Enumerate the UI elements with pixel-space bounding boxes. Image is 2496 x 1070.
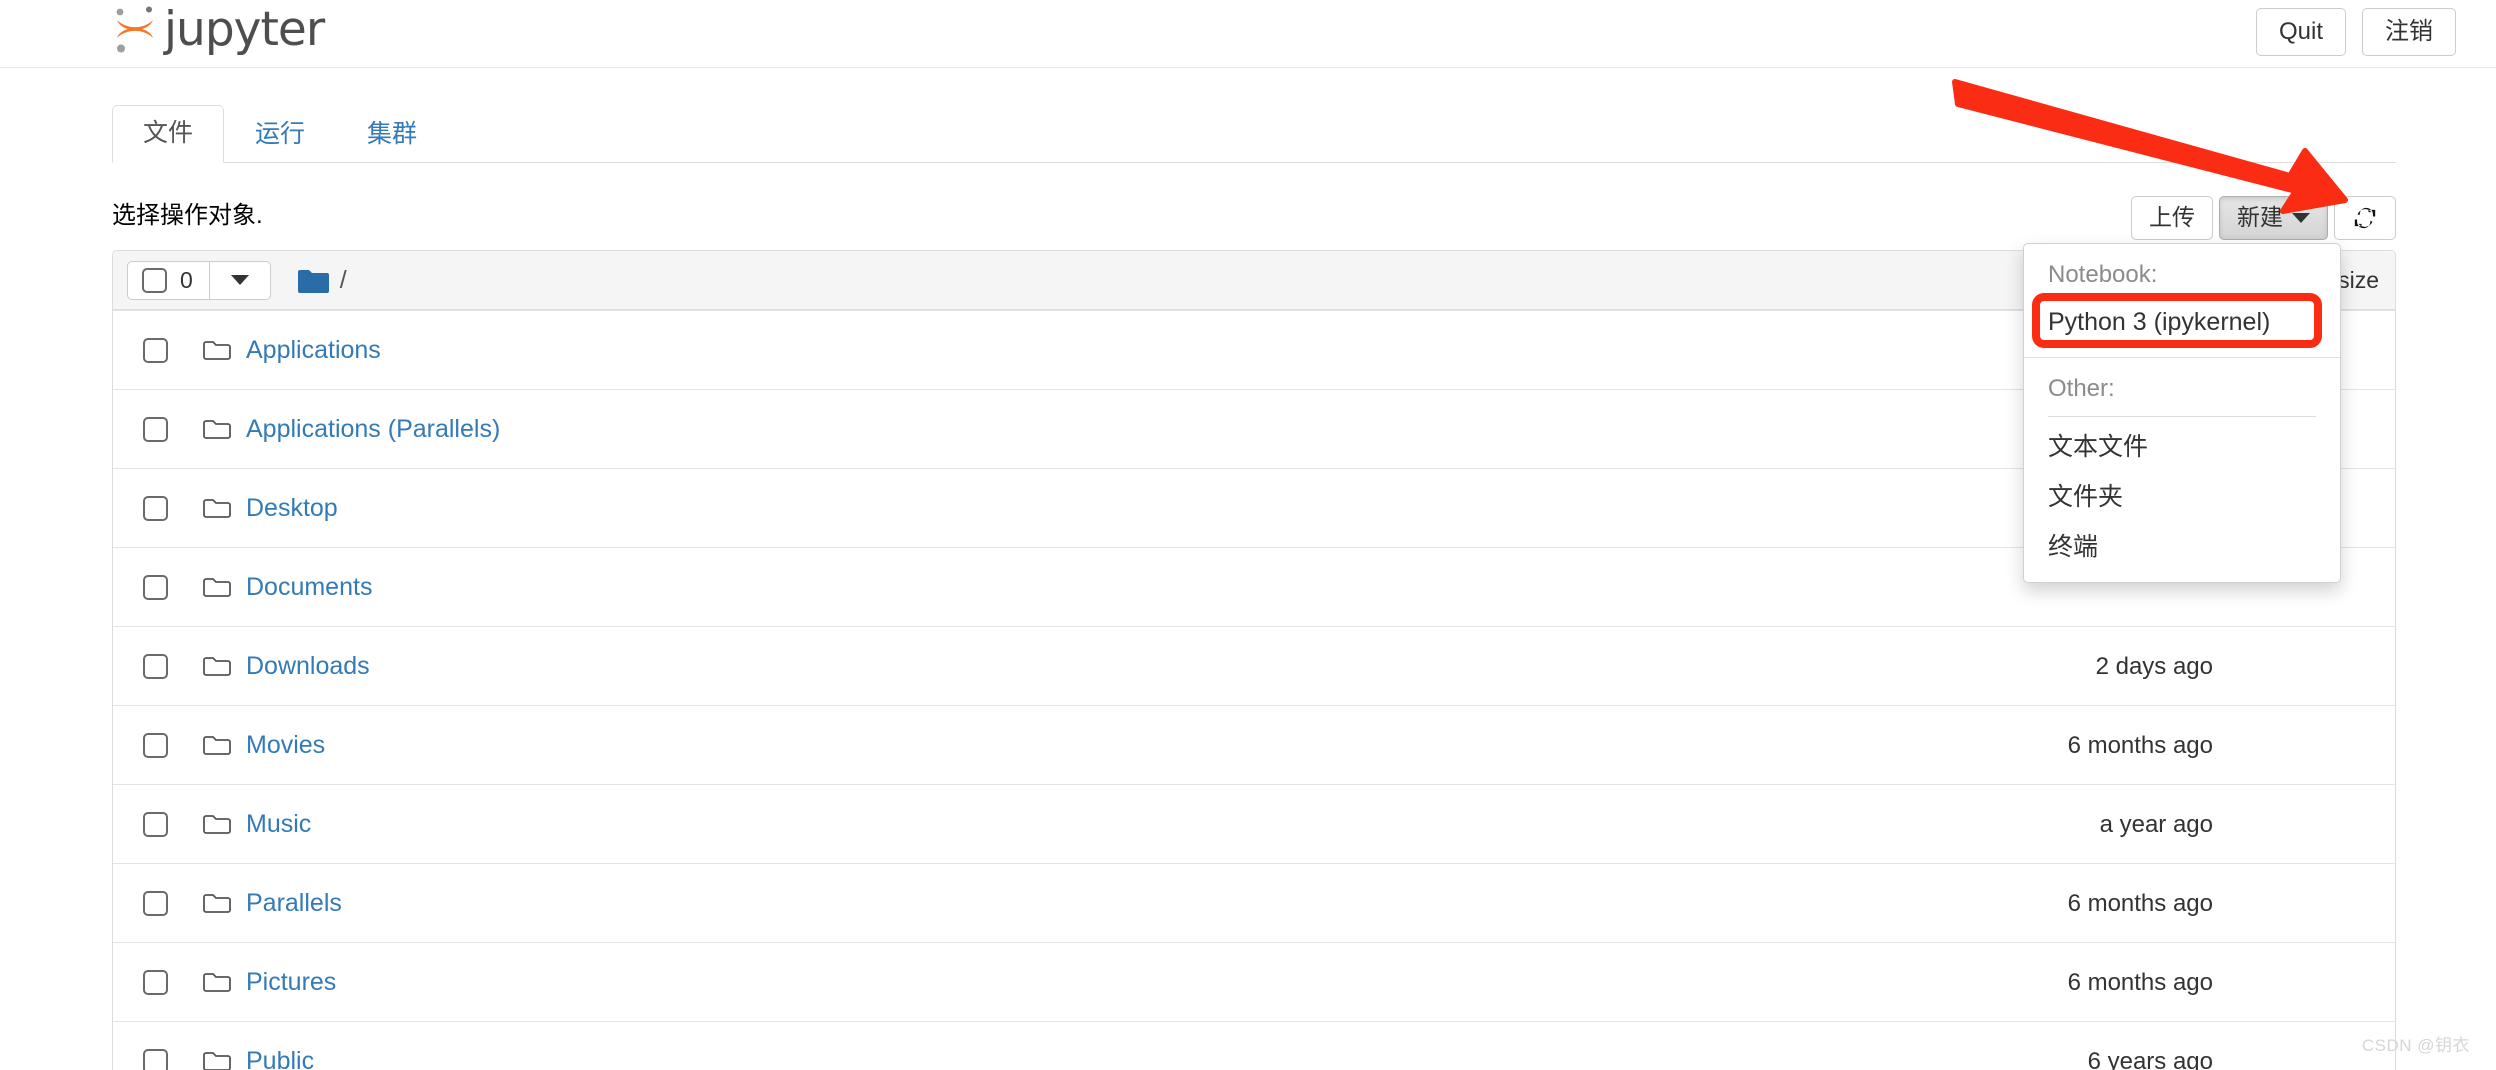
chevron-down-icon xyxy=(2292,212,2310,223)
row-checkbox[interactable] xyxy=(143,890,168,916)
logout-button[interactable]: 注销 xyxy=(2362,8,2456,56)
modified-time: 6 months ago xyxy=(2067,968,2213,996)
row-checkbox[interactable] xyxy=(143,969,168,995)
file-name-link[interactable]: Downloads xyxy=(246,650,370,683)
jupyter-logo[interactable]: jupyter xyxy=(112,1,325,57)
tab-files[interactable]: 文件 xyxy=(112,104,225,163)
file-name-link[interactable]: Applications (Parallels) xyxy=(246,413,500,446)
file-name-link[interactable]: Music xyxy=(246,808,311,841)
upload-button-label: 上传 xyxy=(2149,204,2195,230)
row-meta: 6 months ago xyxy=(1913,864,2379,943)
row-checkbox[interactable] xyxy=(143,811,168,837)
tabs-row: 文件 运行 集群 xyxy=(0,68,2496,163)
breadcrumb-root[interactable]: / xyxy=(340,266,347,295)
new-dropdown-menu: Notebook: Python 3 (ipykernel) Other: 文本… xyxy=(2023,243,2341,584)
quit-button[interactable]: Quit xyxy=(2255,8,2346,56)
row-checkbox[interactable] xyxy=(143,495,168,521)
dropdown-item-text-file[interactable]: 文本文件 xyxy=(2024,423,2340,473)
page-header: jupyter Quit 注销 xyxy=(0,0,2496,68)
folder-icon xyxy=(203,578,231,597)
refresh-button[interactable] xyxy=(2334,196,2396,240)
dropdown-notebook-header: Notebook: xyxy=(2048,261,2158,288)
jupyter-logo-icon xyxy=(116,6,153,53)
jupyter-notebook-file-browser: jupyter Quit 注销 文件 运行 集群 选择操作对象. 上传 新建 0… xyxy=(0,0,2496,1070)
table-row[interactable]: Parallels 6 months ago xyxy=(113,863,2395,942)
table-row[interactable]: Downloads 2 days ago xyxy=(113,626,2395,705)
table-row[interactable]: Pictures 6 months ago xyxy=(113,942,2395,1021)
row-meta: 6 months ago xyxy=(1913,706,2379,785)
jupyter-logo-text: jupyter xyxy=(164,1,325,57)
folder-icon xyxy=(203,736,231,755)
row-checkbox[interactable] xyxy=(143,337,168,363)
folder-icon xyxy=(203,341,231,360)
select-menu-button[interactable] xyxy=(209,260,271,300)
chevron-down-icon xyxy=(230,275,249,285)
upload-button[interactable]: 上传 xyxy=(2131,196,2213,240)
dropdown-item-terminal[interactable]: 终端 xyxy=(2024,523,2340,573)
select-all-group: 0 xyxy=(127,260,271,300)
modified-time: 6 months ago xyxy=(2067,731,2213,759)
dropdown-item-python3[interactable]: Python 3 (ipykernel) xyxy=(2024,298,2340,348)
folder-icon xyxy=(297,269,329,293)
selection-hint: 选择操作对象. xyxy=(112,202,263,229)
dropdown-rule xyxy=(2048,416,2316,418)
tab-bar: 文件 运行 集群 xyxy=(112,104,2396,163)
select-all-checkbox[interactable] xyxy=(142,267,167,293)
new-button[interactable]: 新建 xyxy=(2219,196,2328,240)
dropdown-other-header: Other: xyxy=(2048,374,2115,402)
file-name-link[interactable]: Parallels xyxy=(246,887,342,920)
row-checkbox[interactable] xyxy=(143,732,168,758)
folder-icon xyxy=(203,657,231,676)
folder-icon xyxy=(203,894,231,913)
table-row[interactable]: Music a year ago xyxy=(113,784,2395,863)
selected-count: 0 xyxy=(180,266,193,293)
table-row[interactable]: Public 6 years ago xyxy=(113,1021,2395,1070)
dropdown-item-folder[interactable]: 文件夹 xyxy=(2024,473,2340,523)
row-meta: 6 years ago xyxy=(1913,1022,2379,1070)
row-checkbox[interactable] xyxy=(143,1048,168,1070)
file-name-link[interactable]: Applications xyxy=(246,334,381,367)
file-name-link[interactable]: Public xyxy=(246,1045,314,1070)
tab-clusters[interactable]: 集群 xyxy=(336,106,448,163)
modified-time: 6 months ago xyxy=(2067,889,2213,917)
file-name-link[interactable]: Pictures xyxy=(246,966,336,999)
breadcrumb: / xyxy=(297,266,347,295)
folder-icon xyxy=(203,420,231,439)
row-meta: 6 months ago xyxy=(1913,943,2379,1022)
file-name-link[interactable]: Desktop xyxy=(246,492,338,525)
folder-icon xyxy=(203,815,231,834)
modified-time: 6 years ago xyxy=(2087,1047,2213,1070)
row-checkbox[interactable] xyxy=(143,653,168,679)
row-checkbox[interactable] xyxy=(143,416,168,442)
row-meta: a year ago xyxy=(1913,785,2379,864)
action-row: 选择操作对象. 上传 新建 xyxy=(112,196,2396,240)
modified-time: a year ago xyxy=(2099,810,2213,838)
header-buttons: Quit 注销 xyxy=(2255,8,2456,56)
folder-icon xyxy=(203,973,231,992)
row-meta: 2 days ago xyxy=(1913,627,2379,706)
folder-icon xyxy=(203,1052,231,1070)
new-button-label: 新建 xyxy=(2237,204,2283,230)
modified-time: 2 days ago xyxy=(2095,652,2213,680)
dropdown-divider xyxy=(2024,356,2340,358)
csdn-watermark: CSDN @钥衣 xyxy=(2361,1036,2470,1055)
file-name-link[interactable]: Movies xyxy=(246,729,325,762)
select-all-checkbox-button[interactable]: 0 xyxy=(127,260,210,300)
file-name-link[interactable]: Documents xyxy=(246,571,372,604)
refresh-icon xyxy=(2354,207,2376,229)
folder-icon xyxy=(203,499,231,518)
tab-running[interactable]: 运行 xyxy=(224,106,336,163)
table-row[interactable]: Movies 6 months ago xyxy=(113,705,2395,784)
row-checkbox[interactable] xyxy=(143,574,168,600)
file-toolbar: 上传 新建 xyxy=(2131,196,2396,240)
